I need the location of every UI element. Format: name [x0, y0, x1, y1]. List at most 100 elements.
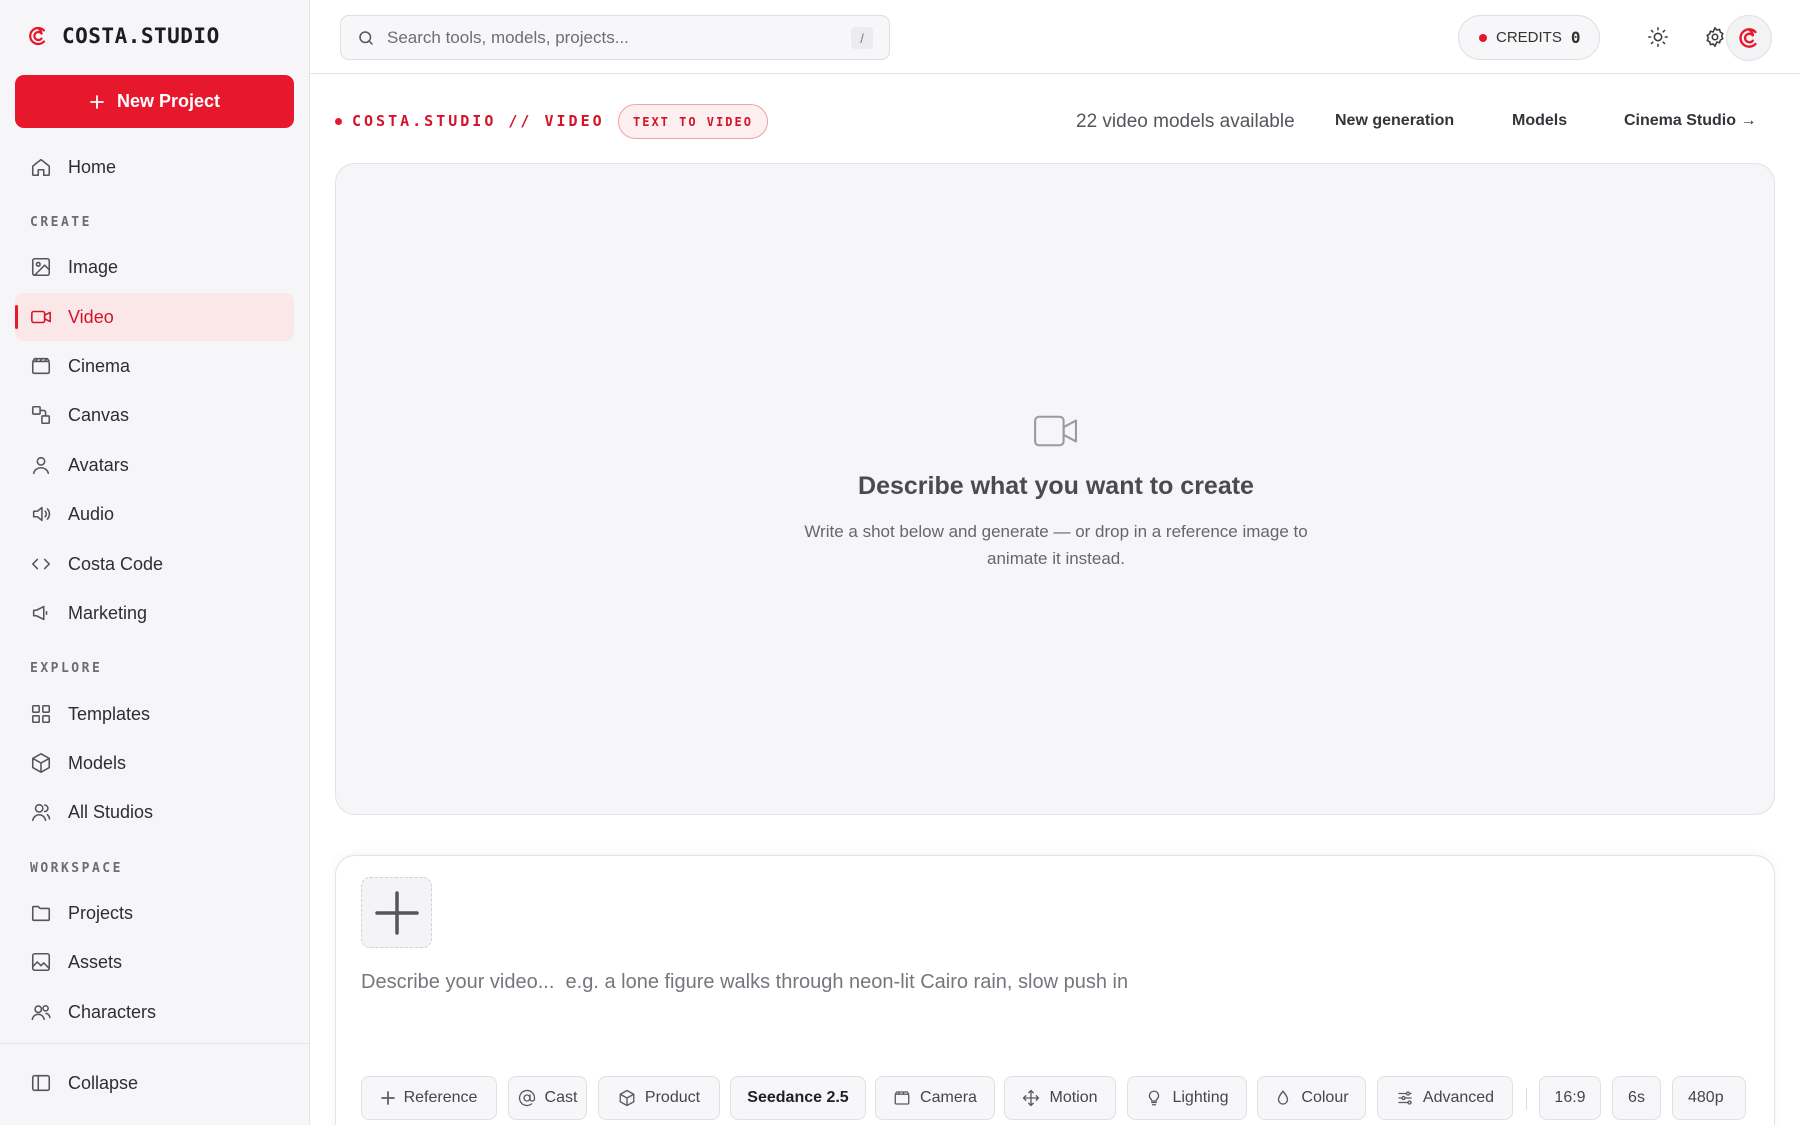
lightbulb-icon	[1145, 1089, 1163, 1107]
section-label-workspace: WORKSPACE	[30, 861, 123, 876]
code-brackets-icon	[30, 553, 52, 575]
chip-label: Seedance 2.5	[747, 1089, 849, 1106]
sidebar-item-all-studios[interactable]: All Studios	[15, 788, 294, 836]
move-arrows-icon	[1022, 1089, 1040, 1107]
brand-name: COSTA.STUDIO	[62, 24, 220, 48]
search-bar[interactable]: /	[340, 15, 890, 60]
sidebar-item-label: Templates	[68, 703, 151, 724]
colour-chip[interactable]: Colour	[1257, 1076, 1366, 1120]
sidebar-item-label: Cinema	[68, 355, 131, 376]
users-icon	[30, 1001, 52, 1023]
sidebar-item-costa-code[interactable]: Costa Code	[15, 540, 294, 588]
chip-label: 6s	[1628, 1089, 1645, 1106]
video-camera-icon	[30, 306, 52, 328]
home-icon	[30, 156, 52, 178]
sidebar-item-label: Assets	[68, 951, 123, 972]
sidebar: COSTA.STUDIO New Project Home CREATE Ima…	[0, 0, 310, 1125]
prompt-input[interactable]	[361, 962, 1741, 1002]
gear-icon	[1704, 26, 1726, 48]
cube-icon	[618, 1089, 636, 1107]
grid-icon	[30, 703, 52, 725]
breadcrumb-dot	[335, 117, 342, 125]
credits-label: CREDITS	[1496, 29, 1562, 46]
credits-value: 0	[1570, 28, 1581, 47]
sidebar-item-label: Models	[68, 752, 127, 773]
chip-label: 16:9	[1554, 1089, 1586, 1106]
sidebar-item-projects[interactable]: Projects	[15, 889, 294, 937]
sidebar-item-templates[interactable]: Templates	[15, 690, 294, 738]
cinema-studio-link[interactable]: Cinema Studio →	[1624, 112, 1756, 130]
add-reference-button[interactable]	[361, 877, 432, 948]
chip-label: Colour	[1301, 1089, 1349, 1106]
sidebar-item-home[interactable]: Home	[15, 143, 294, 191]
sidebar-item-label: Video	[68, 306, 114, 327]
mode-badge: TEXT TO VIDEO	[618, 104, 768, 139]
sidebar-item-label: Image	[68, 256, 119, 277]
plus-icon	[89, 94, 105, 110]
sidebar-item-audio[interactable]: Audio	[15, 490, 294, 538]
sidebar-item-models[interactable]: Models	[15, 739, 294, 787]
reference-chip[interactable]: Reference	[361, 1076, 497, 1120]
sidebar-item-avatars[interactable]: Avatars	[15, 441, 294, 489]
collapse-label: Collapse	[68, 1072, 139, 1093]
cast-chip[interactable]: Cast	[508, 1076, 587, 1120]
chip-label: Lighting	[1172, 1089, 1229, 1106]
breadcrumb: COSTA.STUDIO // VIDEO	[335, 103, 605, 139]
app-root: COSTA.STUDIO New Project Home CREATE Ima…	[0, 0, 1800, 1125]
chip-label: Reference	[403, 1089, 478, 1106]
sidebar-item-assets[interactable]: Assets	[15, 938, 294, 986]
new-project-button[interactable]: New Project	[15, 75, 294, 128]
sidebar-item-video[interactable]: Video	[15, 293, 294, 341]
sidebar-item-image[interactable]: Image	[15, 243, 294, 291]
models-count: 22 video models available	[1076, 111, 1295, 132]
megaphone-icon	[30, 602, 52, 624]
composer-toolbar: Reference Cast Product Seedance 2.5 Came…	[361, 1076, 1746, 1122]
duration-chip[interactable]: 6s	[1612, 1076, 1661, 1120]
models-link[interactable]: Models	[1512, 112, 1567, 130]
at-sign-icon	[518, 1089, 536, 1107]
plus-icon	[374, 890, 420, 936]
search-input[interactable]	[387, 27, 827, 48]
new-generation-link[interactable]: New generation	[1335, 112, 1454, 130]
model-selector-chip[interactable]: Seedance 2.5	[730, 1076, 866, 1120]
advanced-chip[interactable]: Advanced	[1377, 1076, 1513, 1120]
motion-chip[interactable]: Motion	[1004, 1076, 1116, 1120]
sidebar-panel-icon	[30, 1072, 52, 1094]
sidebar-item-marketing[interactable]: Marketing	[15, 589, 294, 637]
sidebar-item-cinema[interactable]: Cinema	[15, 342, 294, 390]
product-chip[interactable]: Product	[598, 1076, 720, 1120]
credits-badge[interactable]: CREDITS 0	[1458, 15, 1600, 60]
sidebar-item-label: Canvas	[68, 404, 130, 425]
breadcrumb-text: COSTA.STUDIO // VIDEO	[352, 112, 605, 130]
sliders-icon	[1396, 1089, 1414, 1107]
search-shortcut-hint: /	[851, 27, 873, 49]
theme-toggle-button[interactable]	[1636, 15, 1680, 59]
camera-chip[interactable]: Camera	[875, 1076, 995, 1120]
lighting-chip[interactable]: Lighting	[1127, 1076, 1247, 1120]
canvas-shapes-icon	[30, 404, 52, 426]
chip-label: Motion	[1049, 1089, 1098, 1106]
sidebar-divider	[0, 1043, 310, 1044]
sidebar-collapse-button[interactable]: Collapse	[15, 1059, 294, 1107]
video-camera-icon	[1033, 412, 1079, 450]
cube-icon	[30, 752, 52, 774]
image-icon	[30, 256, 52, 278]
sidebar-item-label: Avatars	[68, 454, 129, 475]
sidebar-item-label: Marketing	[68, 602, 148, 623]
chip-label: Product	[644, 1089, 701, 1106]
user-avatar-button[interactable]	[1726, 15, 1772, 61]
droplet-icon	[1274, 1089, 1292, 1107]
aspect-ratio-chip[interactable]: 16:9	[1539, 1076, 1601, 1120]
chip-label: 480p	[1688, 1089, 1724, 1106]
sidebar-item-canvas[interactable]: Canvas	[15, 391, 294, 439]
brand[interactable]: COSTA.STUDIO	[26, 20, 220, 52]
sidebar-item-label: All Studios	[68, 801, 154, 822]
sidebar-item-characters[interactable]: Characters	[15, 988, 294, 1036]
resolution-chip[interactable]: 480p	[1672, 1076, 1746, 1120]
sidebar-item-label: Characters	[68, 1001, 157, 1022]
empty-state-title: Describe what you want to create	[858, 472, 1254, 500]
sidebar-item-label: Costa Code	[68, 553, 164, 574]
credits-status-dot	[1479, 33, 1487, 42]
chip-label: Cast	[544, 1089, 578, 1106]
sun-icon	[1647, 26, 1669, 48]
